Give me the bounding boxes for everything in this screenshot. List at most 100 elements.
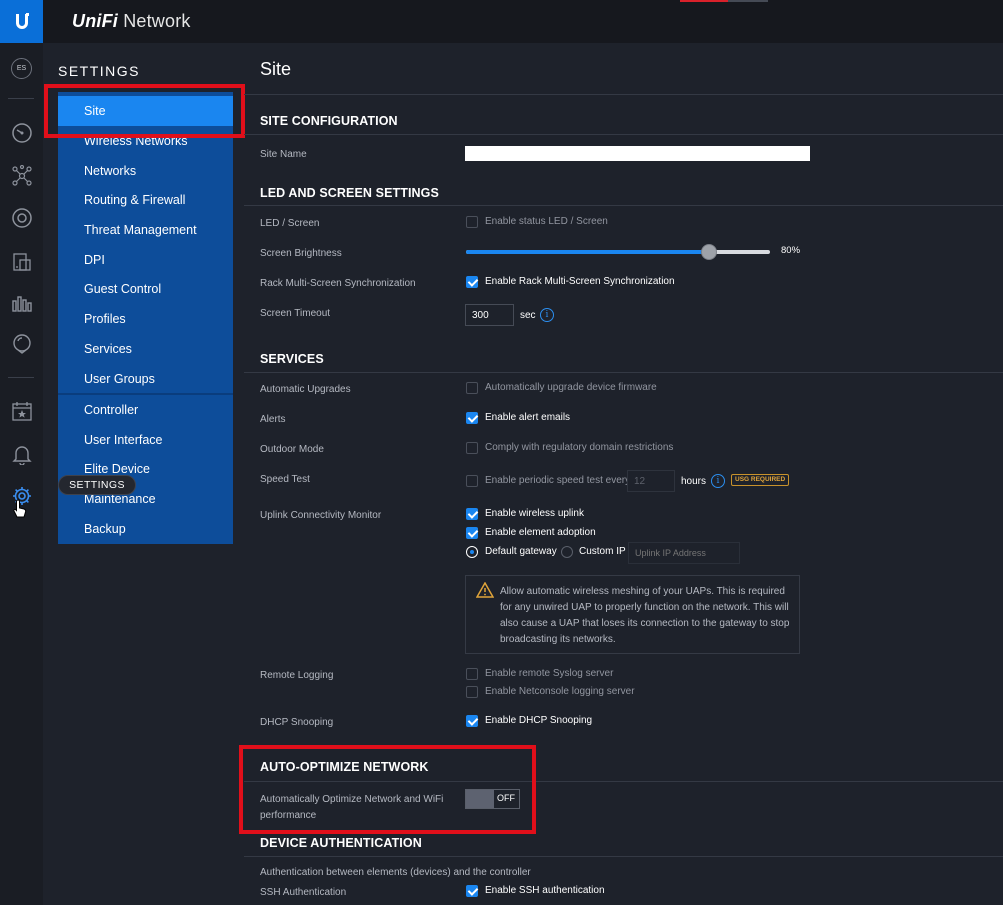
menu-item-backup[interactable]: Backup (58, 514, 233, 544)
auto-optimize-highlight-box (239, 745, 536, 834)
brightness-slider[interactable] (466, 244, 770, 260)
ssh-auth-label: SSH Authentication (260, 887, 347, 898)
speed-test-unit: hours (681, 476, 707, 487)
menu-item-controller[interactable]: Controller (58, 395, 233, 425)
warning-icon (475, 581, 495, 603)
section-title-site-configuration: SITE CONFIGURATION (260, 114, 398, 128)
section-divider (244, 134, 1003, 135)
devices-icon[interactable] (9, 249, 35, 275)
section-divider (244, 94, 1003, 95)
site-highlight-box (44, 84, 245, 138)
wireless-uplink-option: Enable wireless uplink (485, 508, 584, 519)
menu-item-guest-control[interactable]: Guest Control (58, 274, 233, 304)
brand-prefix: UniFi (72, 11, 118, 31)
events-icon[interactable] (9, 398, 35, 424)
screen-timeout-input[interactable] (465, 304, 514, 326)
menu-item-threat-management[interactable]: Threat Management (58, 215, 233, 245)
usg-required-badge: USG REQUIRED (731, 474, 790, 486)
insights-icon[interactable] (9, 331, 35, 357)
outdoor-mode-option: Comply with regulatory domain restrictio… (485, 442, 674, 453)
uplink-monitor-label: Uplink Connectivity Monitor (260, 510, 382, 521)
section-divider (244, 856, 1003, 857)
dashboard-icon[interactable] (9, 120, 35, 146)
site-name-label: Site Name (260, 149, 307, 160)
element-adoption-checkbox[interactable] (466, 527, 478, 539)
auto-upgrades-option: Automatically upgrade device firmware (485, 382, 657, 393)
ssh-auth-option: Enable SSH authentication (485, 885, 605, 896)
mesh-warning-text: Allow automatic wireless meshing of your… (500, 586, 790, 645)
remote-logging-label: Remote Logging (260, 670, 334, 681)
ssh-auth-checkbox[interactable] (466, 885, 478, 897)
section-divider (244, 372, 1003, 373)
statistics-icon[interactable] (9, 289, 35, 315)
mesh-warning-box: Allow automatic wireless meshing of your… (465, 575, 800, 654)
custom-ip-option: Custom IP (579, 546, 626, 557)
unifi-logo-icon[interactable] (0, 0, 43, 43)
device-auth-description: Authentication between elements (devices… (260, 867, 531, 878)
screen-brightness-label: Screen Brightness (260, 248, 342, 259)
avatar[interactable]: ES (11, 58, 32, 79)
screen-timeout-unit: sec (520, 310, 536, 321)
screen-timeout-label: Screen Timeout (260, 308, 331, 319)
brightness-slider-fill (466, 250, 710, 254)
alerts-checkbox[interactable] (466, 412, 478, 424)
menu-item-user-interface[interactable]: User Interface (58, 425, 233, 455)
speed-test-option: Enable periodic speed test every (485, 475, 631, 486)
rack-sync-label: Rack Multi-Screen Synchronization (260, 278, 416, 289)
dhcp-snooping-option: Enable DHCP Snooping (485, 715, 593, 726)
netconsole-checkbox[interactable] (466, 686, 478, 698)
menu-item-routing-firewall[interactable]: Routing & Firewall (58, 185, 233, 215)
mouse-pointer-icon (7, 496, 33, 522)
section-divider (244, 205, 1003, 206)
dhcp-snooping-label: DHCP Snooping (260, 717, 334, 728)
auto-upgrades-checkbox[interactable] (466, 382, 478, 394)
led-screen-checkbox[interactable] (466, 216, 478, 228)
alerts-option: Enable alert emails (485, 412, 571, 423)
rack-sync-option: Enable Rack Multi-Screen Synchronization (485, 276, 675, 287)
settings-heading: SETTINGS (58, 63, 141, 79)
alerts-icon[interactable] (9, 441, 35, 467)
section-title-services: SERVICES (260, 352, 324, 366)
info-icon[interactable]: i (711, 474, 725, 488)
brightness-value: 80% (781, 245, 801, 256)
uplink-ip-input[interactable] (628, 542, 740, 564)
settings-tooltip: SETTINGS (58, 475, 136, 495)
menu-item-networks[interactable]: Networks (58, 156, 233, 186)
remote-syslog-option: Enable remote Syslog server (485, 668, 614, 679)
menu-item-services[interactable]: Services (58, 334, 233, 364)
topology-icon[interactable] (9, 163, 35, 189)
netconsole-option: Enable Netconsole logging server (485, 686, 635, 697)
menu-item-profiles[interactable]: Profiles (58, 304, 233, 334)
custom-ip-radio[interactable] (561, 546, 573, 558)
section-title-led-screen: LED AND SCREEN SETTINGS (260, 186, 439, 200)
header-strip (728, 0, 768, 2)
rail-divider (8, 377, 34, 378)
default-gateway-option: Default gateway (485, 546, 557, 557)
rail-divider (8, 98, 34, 99)
menu-item-dpi[interactable]: DPI (58, 245, 233, 275)
speed-test-hours-input[interactable] (627, 470, 675, 492)
alerts-label: Alerts (260, 414, 286, 425)
speed-test-checkbox[interactable] (466, 475, 478, 487)
top-bar: UniFi Network (0, 0, 1003, 43)
page-title: Site (260, 59, 292, 79)
info-icon[interactable]: i (540, 308, 554, 322)
remote-syslog-checkbox[interactable] (466, 668, 478, 680)
speed-test-label: Speed Test (260, 474, 310, 485)
app-brand: UniFi Network (72, 11, 191, 32)
icon-rail: ES (0, 43, 43, 905)
default-gateway-radio[interactable] (466, 546, 478, 558)
dhcp-snooping-checkbox[interactable] (466, 715, 478, 727)
led-screen-label: LED / Screen (260, 218, 320, 229)
menu-item-user-groups[interactable]: User Groups (58, 364, 233, 394)
clients-icon[interactable] (9, 205, 35, 231)
site-name-input[interactable] (465, 146, 810, 161)
outdoor-mode-checkbox[interactable] (466, 442, 478, 454)
led-screen-option: Enable status LED / Screen (485, 216, 608, 227)
element-adoption-option: Enable element adoption (485, 527, 596, 538)
auto-upgrades-label: Automatic Upgrades (260, 384, 351, 395)
rack-sync-checkbox[interactable] (466, 276, 478, 288)
brightness-slider-thumb[interactable] (701, 244, 718, 260)
section-title-device-authentication: DEVICE AUTHENTICATION (260, 836, 422, 850)
wireless-uplink-checkbox[interactable] (466, 508, 478, 520)
